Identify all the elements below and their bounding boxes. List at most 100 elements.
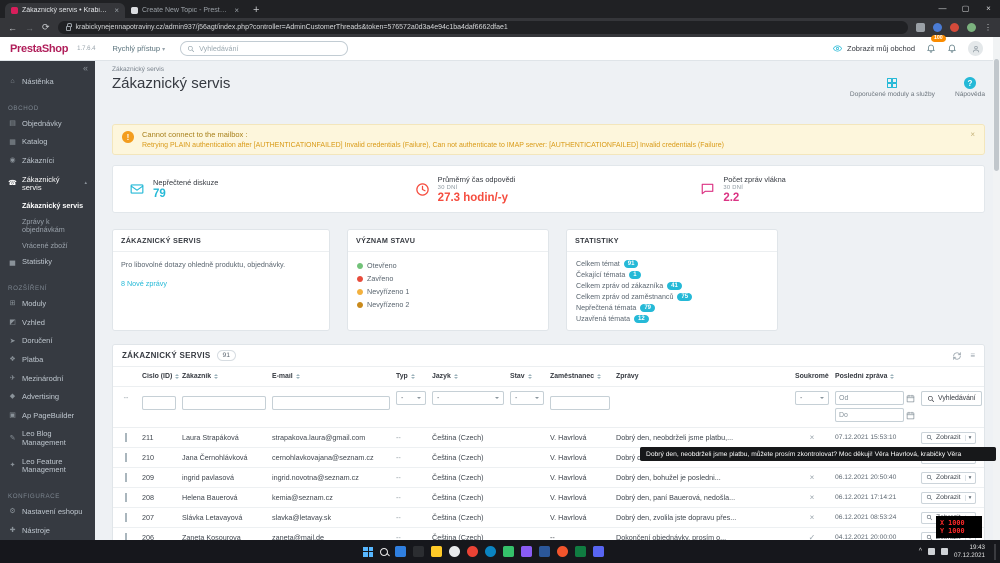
column-header-status[interactable]: Stav xyxy=(507,373,547,380)
view-button[interactable]: Zobrazit▾ xyxy=(921,432,976,444)
browser-profile-avatar[interactable] xyxy=(967,23,976,32)
filter-email-input[interactable] xyxy=(272,396,390,410)
sidebar-item-vzhled[interactable]: ◩Vzhled xyxy=(0,314,95,333)
column-header-last-message[interactable]: Poslední zpráva xyxy=(832,373,918,380)
row-checkbox[interactable] xyxy=(125,533,127,540)
taskbar-clock[interactable]: 19:43 07.12.2021 xyxy=(954,544,985,559)
recommended-modules-button[interactable]: Doporučené moduly a služby xyxy=(850,77,935,98)
prestashop-logo[interactable]: PrestaShop xyxy=(10,43,68,55)
start-button[interactable] xyxy=(363,547,373,557)
file-explorer-icon[interactable] xyxy=(431,546,442,557)
sidebar-item-nastaveni-eshopu[interactable]: ⚙Nastavení eshopu xyxy=(0,503,95,522)
filter-date-to-input[interactable] xyxy=(835,408,904,422)
sidebar-item-advertising[interactable]: ◆Advertising xyxy=(0,388,95,407)
filter-language-select[interactable]: - xyxy=(432,391,504,405)
sidebar-item-leo-feature[interactable]: ✦Leo Feature Management xyxy=(0,453,95,480)
address-bar[interactable]: krabickynejennapotraviny.cz/admin937/j56… xyxy=(58,21,908,34)
notifications-bell[interactable]: 100 xyxy=(926,40,936,58)
sidebar-item-nastenka[interactable]: ⌂Nástěnka xyxy=(0,73,95,92)
refresh-icon[interactable] xyxy=(952,351,962,361)
browser-tab-inactive[interactable]: Create New Topic - PrestaShop × xyxy=(125,3,245,18)
column-header-messages[interactable]: Zprávy xyxy=(613,373,792,380)
sidebar-subitem-zpravy-k-objednavkam[interactable]: Zprávy k objednávkám xyxy=(0,214,95,238)
sidebar-item-leo-blog[interactable]: ✎Leo Blog Management xyxy=(0,425,95,452)
filter-status-select[interactable]: - xyxy=(510,391,544,405)
table-row[interactable]: 207 Slávka Letavayová slavka@letavay.sk … xyxy=(113,508,984,528)
table-row[interactable]: 206 Zaneta Kosourova zaneta@mail.de -- Č… xyxy=(113,528,984,540)
column-header-type[interactable]: Typ xyxy=(393,373,429,380)
bulk-select[interactable]: -- xyxy=(113,391,139,402)
calendar-icon[interactable] xyxy=(906,411,915,420)
extension-icon[interactable] xyxy=(933,23,942,32)
tab-close-icon[interactable]: × xyxy=(234,6,239,15)
filter-private-select[interactable]: - xyxy=(795,391,829,405)
column-header-private[interactable]: Soukromé xyxy=(792,373,832,380)
sidebar-item-doruceni[interactable]: ➤Doručení xyxy=(0,332,95,351)
calendar-icon[interactable] xyxy=(906,394,915,403)
sidebar-item-ap-pagebuilder[interactable]: ▣Ap PageBuilder xyxy=(0,407,95,426)
browser-tab-active[interactable]: Zákaznický servis • Krabičky Ve × xyxy=(5,3,125,18)
view-button[interactable]: Zobrazit▾ xyxy=(921,472,976,484)
reload-icon[interactable]: ⟳ xyxy=(42,22,50,33)
table-menu-icon[interactable]: ≡ xyxy=(970,351,975,360)
admin-search[interactable] xyxy=(180,41,348,56)
extension-icon[interactable] xyxy=(950,23,959,32)
app-icon[interactable] xyxy=(395,546,406,557)
volume-icon[interactable] xyxy=(941,548,948,555)
edge-icon[interactable] xyxy=(485,546,496,557)
forward-icon[interactable]: → xyxy=(25,23,34,33)
sidebar-item-zakaznici[interactable]: ◉Zákazníci xyxy=(0,152,95,171)
sidebar-item-statistiky[interactable]: ▅Statistiky xyxy=(0,253,95,272)
messages-bell[interactable] xyxy=(947,40,957,58)
minimize-button[interactable]: — xyxy=(931,0,954,18)
maximize-button[interactable]: ▢ xyxy=(954,0,977,18)
column-header-employee[interactable]: Zaměstnanec xyxy=(547,373,613,380)
breadcrumb[interactable]: Zákaznický servis xyxy=(112,66,985,73)
app-icon[interactable] xyxy=(521,546,532,557)
refresh-icon[interactable] xyxy=(970,183,984,195)
app-icon[interactable] xyxy=(593,546,604,557)
table-row[interactable]: 208 Helena Bauerová kemia@seznam.cz -- Č… xyxy=(113,488,984,508)
page-scrollbar[interactable] xyxy=(993,37,1000,540)
help-button[interactable]: ? Nápověda xyxy=(955,77,985,98)
column-header-language[interactable]: Jazyk xyxy=(429,373,507,380)
table-row[interactable]: 209 ingrid pavlasová ingrid.novotna@sezn… xyxy=(113,468,984,488)
app-icon[interactable] xyxy=(449,546,460,557)
view-button[interactable]: Zobrazit▾ xyxy=(921,492,976,504)
tab-close-icon[interactable]: × xyxy=(114,6,119,15)
sidebar-subitem-vracene-zbozi[interactable]: Vrácené zboží xyxy=(0,238,95,254)
filter-customer-input[interactable] xyxy=(182,396,266,410)
sidebar-item-mezinarodni[interactable]: ✈Mezinárodní xyxy=(0,370,95,389)
column-header-email[interactable]: E-mail xyxy=(269,373,393,380)
profile-avatar[interactable] xyxy=(968,41,983,56)
column-header-id[interactable]: Číslo (ID) xyxy=(139,373,179,380)
quick-access-dropdown[interactable]: Rychlý přístup ▾ xyxy=(113,44,166,53)
tray-expand-icon[interactable]: ^ xyxy=(919,548,922,555)
row-checkbox[interactable] xyxy=(125,493,127,502)
sidebar-item-platba[interactable]: ❖Platba xyxy=(0,351,95,370)
new-tab-button[interactable]: + xyxy=(253,4,259,16)
alert-close-icon[interactable]: × xyxy=(970,130,975,139)
sidebar-item-zakaznicky-servis[interactable]: ☎Zákaznický servis▴ xyxy=(0,171,95,198)
notification-edge[interactable] xyxy=(994,544,996,560)
sidebar-item-nastroje[interactable]: ✚Nástroje xyxy=(0,522,95,540)
filter-id-input[interactable] xyxy=(142,396,176,410)
app-icon[interactable] xyxy=(557,546,568,557)
row-checkbox[interactable] xyxy=(125,513,127,522)
excel-icon[interactable] xyxy=(575,546,586,557)
taskbar-search-icon[interactable] xyxy=(380,548,388,556)
extensions-icon[interactable] xyxy=(916,23,925,32)
filter-employee-input[interactable] xyxy=(550,396,610,410)
sidebar-item-objednavky[interactable]: ▤Objednávky xyxy=(0,115,95,134)
sidebar-subitem-zakaznicky-servis[interactable]: Zákaznický servis xyxy=(0,198,95,214)
filter-type-select[interactable]: - xyxy=(396,391,426,405)
filter-date-from-input[interactable] xyxy=(835,391,904,405)
network-icon[interactable] xyxy=(928,548,935,555)
word-icon[interactable] xyxy=(539,546,550,557)
sidebar-item-katalog[interactable]: ▦Katalog xyxy=(0,133,95,152)
sidebar-item-moduly[interactable]: ⊞Moduly xyxy=(0,295,95,314)
back-icon[interactable]: ← xyxy=(8,23,17,33)
app-icon[interactable] xyxy=(413,546,424,557)
search-button[interactable]: Vyhledávání xyxy=(921,391,982,406)
chrome-icon[interactable] xyxy=(467,546,478,557)
